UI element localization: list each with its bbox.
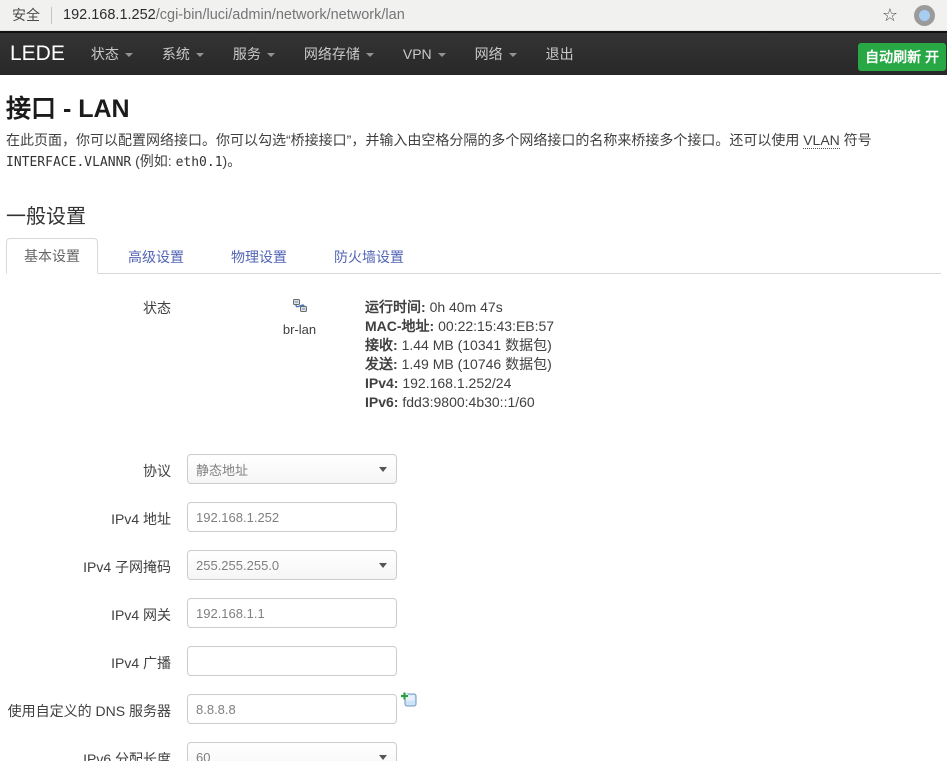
device-name: br-lan [242,322,357,337]
nav-item-nas[interactable]: 网络存储 [304,44,374,64]
ipv4-gateway-label: IPv4 网关 [6,598,187,625]
desc-text: (例如: [131,153,175,169]
desc-text: 符号 [840,132,872,148]
auto-refresh-toggle[interactable]: 自动刷新 开 [858,43,946,71]
page-description: 在此页面，你可以配置网络接口。你可以勾选“桥接接口”，并输入由空格分隔的多个网络… [6,130,941,173]
url-text[interactable]: 192.168.1.252/cgi-bin/luci/admin/network… [63,7,874,23]
dns-server-input[interactable] [187,694,397,724]
nav-item-vpn-label: VPN [403,46,432,62]
nav-item-status-label: 状态 [91,44,119,64]
select-caret-icon [379,755,387,760]
section-title: 一般设置 [6,200,941,229]
ipv4-address-input[interactable] [187,502,397,532]
chevron-down-icon [267,53,275,57]
nav-item-nas-label: 网络存储 [304,44,360,64]
chevron-down-icon [438,53,446,57]
url-path: /cgi-bin/luci/admin/network/network/lan [156,7,405,23]
ipv6-assign-field: 60 ? 给每个公共 IPv6 前缀分配指定长度的固定部分 [187,742,496,761]
security-chip[interactable]: 安全 [12,5,40,25]
add-entry-icon[interactable] [400,691,417,713]
ipv4-gateway-input[interactable] [187,598,397,628]
protocol-selected-value: 静态地址 [196,460,248,479]
status-line-uptime: 运行时间: 0h 40m 47s [365,298,554,317]
page-title: 接口 - LAN [6,89,941,125]
tab-firewall-settings[interactable]: 防火墙设置 [317,240,421,274]
nav-item-logout[interactable]: 退出 [546,44,574,64]
ipv4-broadcast-row: IPv4 广播 [6,646,941,676]
nav-item-vpn[interactable]: VPN [403,46,446,62]
protocol-label: 协议 [6,454,187,481]
ethernet-bridge-icon [292,302,308,317]
eth0-example-code: eth0.1 [176,155,223,170]
ipv6-assign-selected-value: 60 [196,750,210,761]
desc-text: )。 [223,153,242,169]
bookmark-star-icon[interactable]: ☆ [882,5,898,26]
status-row: 状态 br-lan 运行时间: 0h 40m 47s MAC-地址: 00:22… [6,298,941,412]
chevron-down-icon [366,53,374,57]
url-host: 192.168.1.252 [63,7,156,23]
status-device: br-lan [187,298,357,337]
status-line-ipv6: IPv6: fdd3:9800:4b30::1/60 [365,393,554,412]
browser-address-bar: 安全 192.168.1.252/cgi-bin/luci/admin/netw… [0,0,947,31]
avatar-inner-dot [919,10,930,21]
nav-item-system-label: 系统 [162,44,190,64]
interface-form: 状态 br-lan 运行时间: 0h 40m 47s MAC-地址: 00:22… [6,298,941,761]
status-line-mac: MAC-地址: 00:22:15:43:EB:57 [365,317,554,336]
select-caret-icon [379,467,387,472]
status-line-tx: 发送: 1.49 MB (10746 数据包) [365,355,554,374]
nav-item-network-label: 网络 [475,44,503,64]
tab-physical-settings[interactable]: 物理设置 [214,240,304,274]
nav-item-services[interactable]: 服务 [233,44,275,64]
ipv4-netmask-selected-value: 255.255.255.0 [196,558,279,573]
status-line-rx: 接收: 1.44 MB (10341 数据包) [365,336,554,355]
dns-field [187,694,417,724]
ipv6-assign-label: IPv6 分配长度 [6,742,187,761]
ipv6-assign-row: IPv6 分配长度 60 ? 给每个公共 IPv6 前缀分配指定长度的固定部分 [6,742,941,761]
status-info: 运行时间: 0h 40m 47s MAC-地址: 00:22:15:43:EB:… [365,298,554,412]
browser-profile-avatar[interactable] [914,5,935,26]
main-navbar: LEDE 状态 系统 服务 网络存储 VPN 网络 退出 自动刷新 开 [0,31,947,75]
nav-item-services-label: 服务 [233,44,261,64]
desc-text: 在此页面，你可以配置网络接口。你可以勾选“桥接接口”，并输入由空格分隔的多个网络… [6,132,803,148]
ipv6-assign-select[interactable]: 60 [187,742,397,761]
vlan-abbr[interactable]: VLAN [803,132,840,149]
dns-row: 使用自定义的 DNS 服务器 [6,694,941,724]
protocol-select[interactable]: 静态地址 [187,454,397,484]
page-content: 接口 - LAN 在此页面，你可以配置网络接口。你可以勾选“桥接接口”，并输入由… [0,89,947,761]
status-label: 状态 [6,298,187,318]
select-caret-icon [379,563,387,568]
status-line-ipv4: IPv4: 192.168.1.252/24 [365,374,554,393]
interface-vlannr-code: INTERFACE.VLANNR [6,155,131,170]
ipv4-netmask-row: IPv4 子网掩码 255.255.255.0 [6,550,941,580]
chevron-down-icon [509,53,517,57]
chevron-down-icon [125,53,133,57]
settings-tabs: 基本设置 高级设置 物理设置 防火墙设置 [6,238,941,274]
ipv4-broadcast-label: IPv4 广播 [6,646,187,673]
nav-item-network[interactable]: 网络 [475,44,517,64]
dns-label: 使用自定义的 DNS 服务器 [6,694,187,721]
ipv4-netmask-label: IPv4 子网掩码 [6,550,187,577]
ipv4-address-row: IPv4 地址 [6,502,941,532]
ipv4-broadcast-input[interactable] [187,646,397,676]
tab-advanced-settings[interactable]: 高级设置 [111,240,201,274]
protocol-row: 协议 静态地址 [6,454,941,484]
chevron-down-icon [196,53,204,57]
tab-general-settings[interactable]: 基本设置 [6,238,98,274]
nav-item-system[interactable]: 系统 [162,44,204,64]
ipv4-netmask-select[interactable]: 255.255.255.0 [187,550,397,580]
ipv4-address-label: IPv4 地址 [6,502,187,529]
url-divider [51,7,52,24]
brand-logo[interactable]: LEDE [10,42,65,66]
nav-item-status[interactable]: 状态 [91,44,133,64]
ipv4-gateway-row: IPv4 网关 [6,598,941,628]
